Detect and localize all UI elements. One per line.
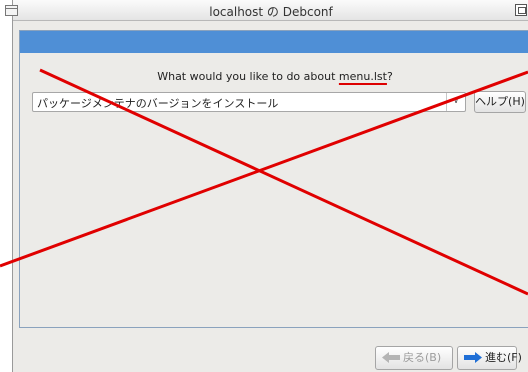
- choice-selected-value: パッケージメンテナのバージョンをインストール: [37, 97, 279, 110]
- window-title: localhost の Debconf: [209, 5, 333, 19]
- back-button-label: 戻る(B): [403, 351, 442, 364]
- dialog-panel: What would you like to do about menu.lst…: [19, 30, 528, 328]
- help-button[interactable]: ヘルプ(H): [474, 91, 526, 113]
- header-banner: [20, 31, 528, 53]
- maximize-icon[interactable]: [515, 4, 527, 16]
- question-text: What would you like to do about menu.lst…: [20, 70, 528, 83]
- chevron-down-icon[interactable]: ∨: [446, 93, 465, 111]
- next-button[interactable]: 進む(F): [457, 346, 522, 370]
- arrow-left-icon: [382, 352, 400, 363]
- title-bar[interactable]: localhost の Debconf: [5, 0, 528, 21]
- arrow-right-icon: [464, 352, 482, 363]
- choice-dropdown[interactable]: パッケージメンテナのバージョンをインストール ∨: [32, 92, 466, 112]
- question-suffix: ?: [386, 70, 393, 83]
- back-button[interactable]: 戻る(B): [375, 346, 453, 370]
- debconf-window: localhost の Debconf What would you like …: [5, 0, 528, 372]
- question-term: menu.lst: [338, 70, 387, 83]
- question-prefix: What would you like to do about: [157, 70, 339, 83]
- next-button-label: 進む(F): [485, 351, 522, 364]
